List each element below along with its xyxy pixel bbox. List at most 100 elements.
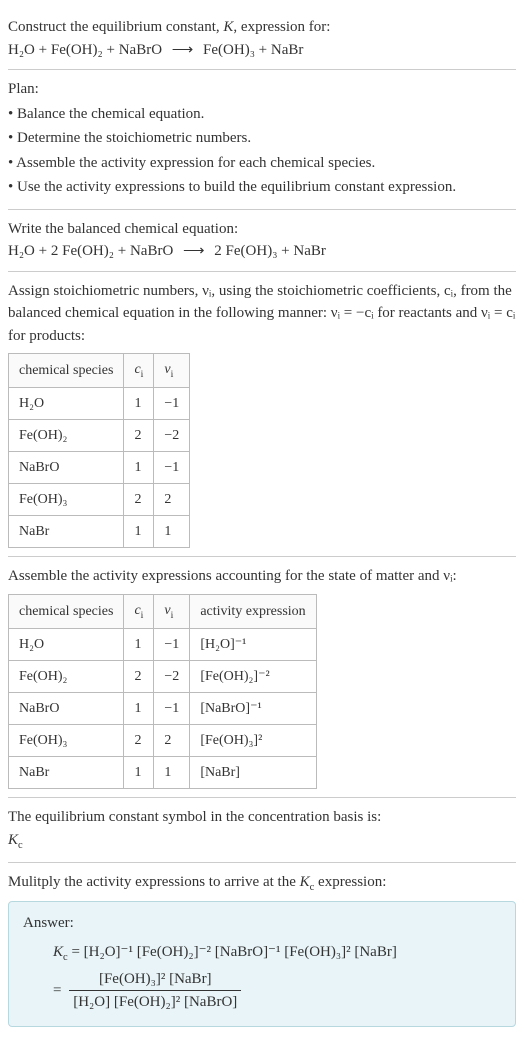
cell-species: NaBrO bbox=[9, 452, 124, 484]
plan-title: Plan: bbox=[8, 78, 516, 101]
cell-activity: [NaBrO]⁻¹ bbox=[190, 693, 316, 725]
cell-ci: 1 bbox=[124, 693, 154, 725]
cell-activity: [Fe(OH)₂]⁻² bbox=[190, 661, 316, 693]
eq-rhs: Fe(OH)₃ + NaBr bbox=[203, 42, 303, 58]
cell-vi: 1 bbox=[154, 757, 190, 789]
assemble-text: Assemble the activity expressions accoun… bbox=[8, 565, 516, 588]
multiply-post: expression: bbox=[314, 874, 386, 890]
answer-box: Answer: Kc = [H₂O]⁻¹ [Fe(OH)₂]⁻² [NaBrO]… bbox=[8, 901, 516, 1026]
cell-vi: −2 bbox=[154, 661, 190, 693]
cell-vi: −1 bbox=[154, 388, 190, 420]
cell-vi: 2 bbox=[154, 484, 190, 516]
stoich-table: chemical species ci νi H₂O1−1 Fe(OH)₂2−2… bbox=[8, 353, 190, 548]
cell-ci: 1 bbox=[124, 388, 154, 420]
construct-text-pre: Construct the equilibrium constant, bbox=[8, 19, 223, 35]
fraction: [Fe(OH)₃]² [NaBr] [H₂O] [Fe(OH)₂]² [NaBr… bbox=[69, 968, 241, 1014]
answer-equation-fraction: = [Fe(OH)₃]² [NaBr] [H₂O] [Fe(OH)₂]² [Na… bbox=[53, 968, 501, 1014]
k-symbol: K bbox=[223, 19, 233, 35]
cell-activity: [NaBr] bbox=[190, 757, 316, 789]
th-ci: ci bbox=[124, 354, 154, 388]
eq-lhs: H₂O + Fe(OH)₂ + NaBrO bbox=[8, 42, 162, 58]
answer-equation-flat: Kc = [H₂O]⁻¹ [Fe(OH)₂]⁻² [NaBrO]⁻¹ [Fe(O… bbox=[53, 941, 501, 966]
cell-ci: 1 bbox=[124, 757, 154, 789]
th-species: chemical species bbox=[9, 594, 124, 628]
balanced-label: Write the balanced chemical equation: bbox=[8, 218, 516, 241]
cell-activity: [H₂O]⁻¹ bbox=[190, 629, 316, 661]
cell-species: H₂O bbox=[9, 629, 124, 661]
arrow-icon: ⟶ bbox=[177, 243, 211, 259]
assemble-section: Assemble the activity expressions accoun… bbox=[8, 557, 516, 798]
cell-species: Fe(OH)₃ bbox=[9, 725, 124, 757]
activity-table: chemical species ci νi activity expressi… bbox=[8, 594, 317, 789]
equals: = bbox=[71, 944, 83, 960]
cell-ci: 2 bbox=[124, 484, 154, 516]
cell-species: NaBr bbox=[9, 516, 124, 548]
th-vi: νi bbox=[154, 594, 190, 628]
balanced-section: Write the balanced chemical equation: H₂… bbox=[8, 210, 516, 272]
plan-bullet-2: • Determine the stoichiometric numbers. bbox=[8, 127, 516, 150]
assign-text: Assign stoichiometric numbers, νᵢ, using… bbox=[8, 280, 516, 348]
kc-inline: K bbox=[300, 874, 310, 890]
fraction-numerator: [Fe(OH)₃]² [NaBr] bbox=[69, 968, 241, 992]
fraction-denominator: [H₂O] [Fe(OH)₂]² [NaBrO] bbox=[69, 991, 241, 1014]
cell-vi: −1 bbox=[154, 693, 190, 725]
cell-ci: 1 bbox=[124, 452, 154, 484]
th-vi: νi bbox=[154, 354, 190, 388]
table-row: Fe(OH)₂2−2 bbox=[9, 420, 190, 452]
cell-species: H₂O bbox=[9, 388, 124, 420]
th-ci: ci bbox=[124, 594, 154, 628]
multiply-text: Mulitply the activity expressions to arr… bbox=[8, 871, 516, 896]
assign-section: Assign stoichiometric numbers, νᵢ, using… bbox=[8, 272, 516, 558]
table-row: Fe(OH)₂2−2[Fe(OH)₂]⁻² bbox=[9, 661, 317, 693]
cell-activity: [Fe(OH)₃]² bbox=[190, 725, 316, 757]
arrow-icon: ⟶ bbox=[166, 42, 200, 58]
table-row: Fe(OH)₃22[Fe(OH)₃]² bbox=[9, 725, 317, 757]
table-row: NaBr11[NaBr] bbox=[9, 757, 317, 789]
plan-bullet-3: • Assemble the activity expression for e… bbox=[8, 152, 516, 175]
cell-species: Fe(OH)₂ bbox=[9, 661, 124, 693]
th-activity: activity expression bbox=[190, 594, 316, 628]
table-row: NaBr11 bbox=[9, 516, 190, 548]
construct-header: Construct the equilibrium constant, K, e… bbox=[8, 8, 516, 70]
cell-ci: 1 bbox=[124, 516, 154, 548]
plan-bullet-1: • Balance the chemical equation. bbox=[8, 103, 516, 126]
symbol-text: The equilibrium constant symbol in the c… bbox=[8, 806, 516, 829]
cell-vi: 1 bbox=[154, 516, 190, 548]
multiply-section: Mulitply the activity expressions to arr… bbox=[8, 863, 516, 1035]
construct-line: Construct the equilibrium constant, K, e… bbox=[8, 16, 516, 39]
th-species: chemical species bbox=[9, 354, 124, 388]
plan-section: Plan: • Balance the chemical equation. •… bbox=[8, 70, 516, 210]
balanced-equation: H₂O + 2 Fe(OH)₂ + NaBrO ⟶ 2 Fe(OH)₃ + Na… bbox=[8, 240, 516, 263]
table-row: H₂O1−1[H₂O]⁻¹ bbox=[9, 629, 317, 661]
cell-species: Fe(OH)₂ bbox=[9, 420, 124, 452]
cell-species: NaBrO bbox=[9, 693, 124, 725]
cell-ci: 2 bbox=[124, 661, 154, 693]
cell-ci: 1 bbox=[124, 629, 154, 661]
cell-ci: 2 bbox=[124, 420, 154, 452]
table-row: NaBrO1−1[NaBrO]⁻¹ bbox=[9, 693, 317, 725]
symbol-section: The equilibrium constant symbol in the c… bbox=[8, 798, 516, 862]
cell-species: Fe(OH)₃ bbox=[9, 484, 124, 516]
plan-bullet-4: • Use the activity expressions to build … bbox=[8, 176, 516, 199]
table-header-row: chemical species ci νi bbox=[9, 354, 190, 388]
cell-vi: 2 bbox=[154, 725, 190, 757]
unbalanced-equation: H₂O + Fe(OH)₂ + NaBrO ⟶ Fe(OH)₃ + NaBr bbox=[8, 39, 516, 62]
flat-product: [H₂O]⁻¹ [Fe(OH)₂]⁻² [NaBrO]⁻¹ [Fe(OH)₃]²… bbox=[84, 944, 397, 960]
table-row: H₂O1−1 bbox=[9, 388, 190, 420]
multiply-pre: Mulitply the activity expressions to arr… bbox=[8, 874, 300, 890]
construct-text-post: , expression for: bbox=[233, 19, 330, 35]
cell-ci: 2 bbox=[124, 725, 154, 757]
cell-vi: −1 bbox=[154, 629, 190, 661]
balanced-lhs: H₂O + 2 Fe(OH)₂ + NaBrO bbox=[8, 243, 173, 259]
cell-species: NaBr bbox=[9, 757, 124, 789]
balanced-rhs: 2 Fe(OH)₃ + NaBr bbox=[214, 243, 326, 259]
table-row: Fe(OH)₃22 bbox=[9, 484, 190, 516]
kc-symbol: Kc bbox=[8, 829, 516, 854]
table-row: NaBrO1−1 bbox=[9, 452, 190, 484]
kc-lhs: K bbox=[53, 944, 63, 960]
cell-vi: −1 bbox=[154, 452, 190, 484]
cell-vi: −2 bbox=[154, 420, 190, 452]
answer-label: Answer: bbox=[23, 912, 501, 935]
table-header-row: chemical species ci νi activity expressi… bbox=[9, 594, 317, 628]
equals-2: = bbox=[53, 982, 65, 998]
